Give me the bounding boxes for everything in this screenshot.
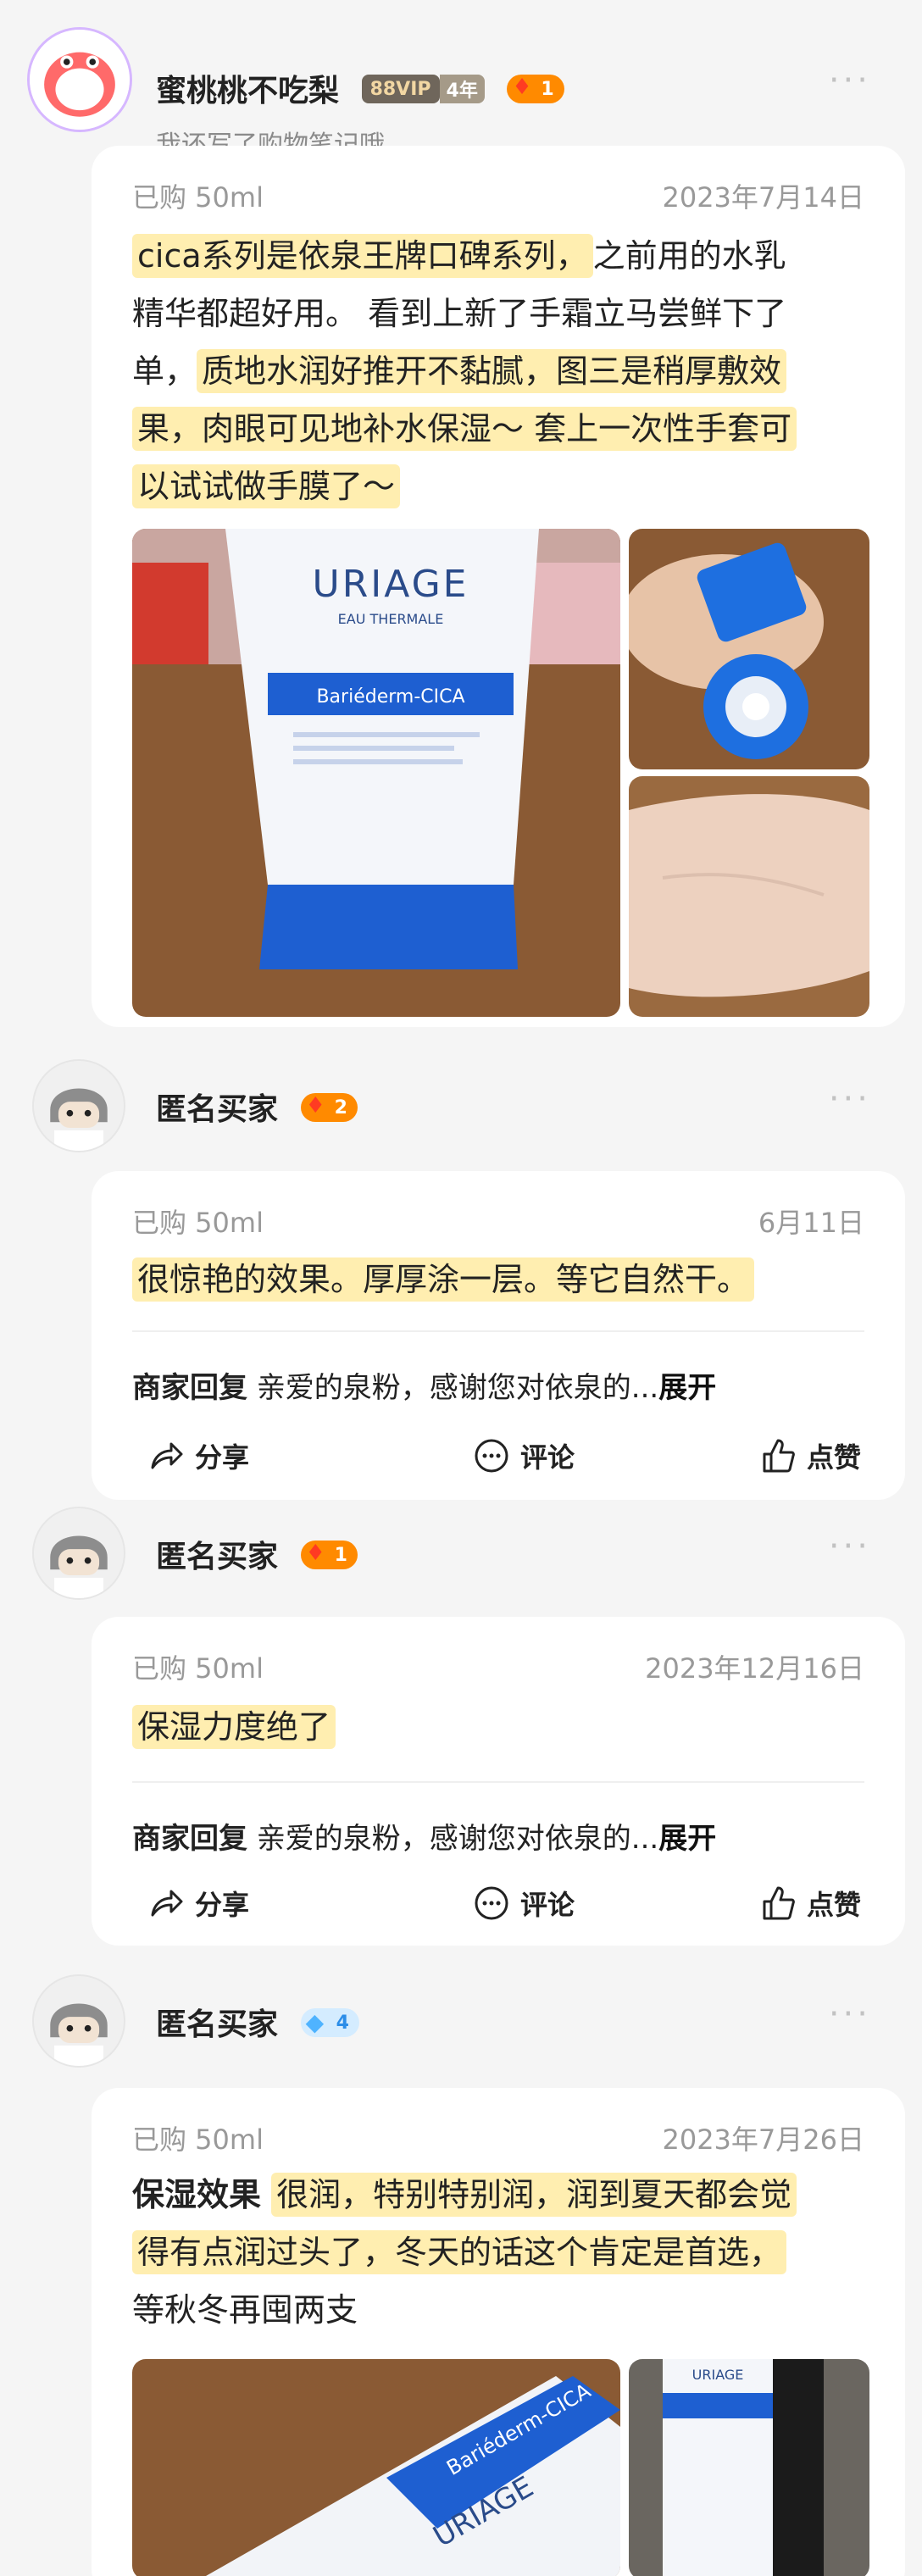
review-card: 已购 50ml 2023年12月16日 保湿力度绝了 商家回复 亲爱的泉粉，感谢… <box>92 1617 905 1946</box>
highlight-text: cica系列是依泉王牌口碑系列， <box>132 234 593 278</box>
level-badge: ♦ 2 <box>300 1093 358 1122</box>
action-bar: 分享 评论 点赞 <box>132 1883 864 1934</box>
review-text[interactable]: 很惊艳的效果。厚厚涂一层。等它自然干。 <box>132 1251 864 1308</box>
username[interactable]: 匿名买家 ♦ 1 <box>156 1532 358 1576</box>
comment-icon <box>475 1886 508 1920</box>
username[interactable]: 匿名买家 ♦ 2 <box>156 1085 358 1129</box>
vip-badge: 88VIP <box>361 75 440 103</box>
username[interactable]: 蜜桃桃不吃梨 88VIP 4年 ♦ 1 <box>156 66 564 110</box>
thumbs-up-icon <box>763 1439 795 1473</box>
review-text[interactable]: cica系列是依泉王牌口碑系列， 之前用的水乳 精华都超好用。 看到上新了手霜立马… <box>132 227 864 515</box>
comment-button[interactable]: 评论 <box>471 1883 575 1924</box>
flame-icon: ♦ <box>305 1093 325 1119</box>
thumbs-up-icon <box>763 1886 795 1920</box>
review-card: 已购 50ml 6月11日 很惊艳的效果。厚厚涂一层。等它自然干。 商家回复 亲… <box>92 1171 905 1500</box>
post1-header: 蜜桃桃不吃梨 88VIP4年 ♦1 我还写了购物笔记哦 ··· <box>0 27 922 160</box>
level-badge: ◆ 4 <box>300 2008 359 2037</box>
divider <box>132 1330 864 1332</box>
like-button[interactable]: 点赞 <box>758 1883 861 1924</box>
comment-button[interactable]: 评论 <box>471 1435 575 1476</box>
review-meta: 已购 50ml 2023年12月16日 <box>132 1652 864 1685</box>
review-meta: 已购 50ml 2023年7月14日 <box>132 176 864 214</box>
post4-header: 匿名买家 ◆ 4 ··· <box>0 1974 922 2085</box>
review-meta: 已购 50ml 6月11日 <box>132 1207 864 1239</box>
review-meta: 已购 50ml 2023年7月26日 <box>132 2124 864 2156</box>
svg-text:EAU THERMALE: EAU THERMALE <box>338 611 444 627</box>
comment-icon <box>475 1439 508 1473</box>
share-button[interactable]: 分享 <box>146 1883 249 1924</box>
year-badge: 4年 <box>439 75 485 103</box>
review-card: 已购 50ml 2023年7月14日 cica系列是依泉王牌口碑系列， 之前用的水… <box>92 146 905 1027</box>
user-avatar[interactable] <box>27 27 132 132</box>
purchase-spec: 已购 50ml <box>132 181 264 214</box>
level-badge: ♦ 1 <box>300 1541 358 1569</box>
more-icon[interactable]: ··· <box>829 1080 871 1119</box>
review-text[interactable]: 保湿效果 很润，特别特别润，润到夏天都会觉 得有点润过头了，冬天的话这个肯定是首… <box>132 2166 864 2339</box>
diamond-icon: ◆ <box>305 2008 325 2036</box>
seller-reply[interactable]: 商家回复 亲爱的泉粉，感谢您对依泉的...展开 <box>132 1364 864 1406</box>
svg-text:URIAGE: URIAGE <box>692 2367 744 2383</box>
user-avatar[interactable] <box>32 1507 125 1600</box>
review-photo-2[interactable]: URIAGE <box>629 2359 869 2576</box>
user-avatar[interactable] <box>32 1059 125 1152</box>
review-photo-1[interactable]: URIAGE EAU THERMALE Bariéderm-CICA <box>132 529 620 1017</box>
user-avatar[interactable] <box>32 1974 125 2068</box>
flame-icon: ♦ <box>305 1541 325 1566</box>
flame-icon: ♦ <box>512 75 532 100</box>
share-button[interactable]: 分享 <box>146 1435 249 1476</box>
more-icon[interactable]: ··· <box>829 1995 871 2034</box>
expand-link[interactable]: 展开 <box>658 1822 716 1856</box>
review-card: 已购 50ml 2023年7月26日 保湿效果 很润，特别特别润，润到夏天都会觉… <box>92 2088 905 2576</box>
review-date: 2023年7月14日 <box>662 181 864 214</box>
like-button[interactable]: 点赞 <box>758 1435 861 1476</box>
review-text[interactable]: 保湿力度绝了 <box>132 1698 864 1756</box>
review-photo-3[interactable] <box>629 776 869 1017</box>
svg-text:Bariéderm-CICA: Bariéderm-CICA <box>316 686 464 708</box>
review-photo-2[interactable] <box>629 529 869 769</box>
username[interactable]: 匿名买家 ◆ 4 <box>156 2000 359 2044</box>
share-icon <box>151 1890 183 1917</box>
expand-link[interactable]: 展开 <box>658 1371 716 1405</box>
review-photo-1[interactable]: Bariéderm-CICA URIAGE <box>132 2359 620 2576</box>
action-bar: 分享 评论 点赞 <box>132 1435 864 1486</box>
divider <box>132 1781 864 1783</box>
more-icon[interactable]: ··· <box>829 1527 871 1566</box>
more-icon[interactable]: ··· <box>829 61 871 100</box>
share-icon <box>151 1442 183 1469</box>
review-tag-label: 保湿效果 <box>132 2176 262 2213</box>
seller-reply[interactable]: 商家回复 亲爱的泉粉，感谢您对依泉的...展开 <box>132 1815 864 1857</box>
post3-header: 匿名买家 ♦ 1 ··· <box>0 1507 922 1617</box>
level-badge: ♦ 1 <box>507 75 564 103</box>
post2-header: 匿名买家 ♦ 2 ··· <box>0 1059 922 1169</box>
tube-brand-text: URIAGE <box>313 563 469 606</box>
